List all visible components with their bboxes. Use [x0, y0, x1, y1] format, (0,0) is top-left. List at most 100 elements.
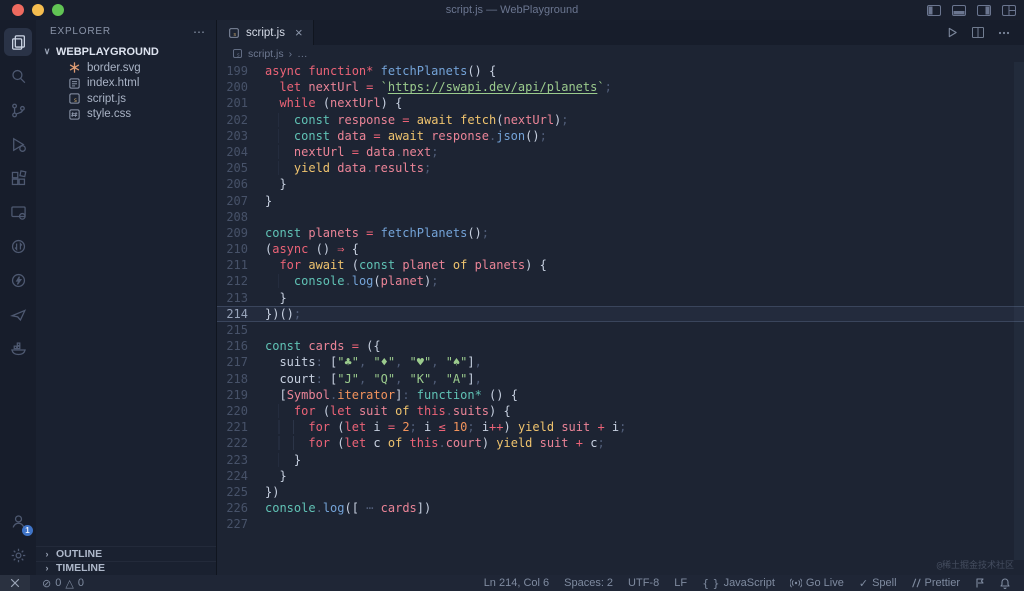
warning-icon: △ [65, 576, 74, 590]
line-number: 216 [226, 339, 248, 354]
language-mode[interactable]: { } JavaScript [698, 577, 779, 590]
explorer-header: EXPLORER [50, 26, 111, 37]
code-line[interactable]: 211 for await (const planet of planets) … [217, 257, 1024, 273]
source-control-icon[interactable] [4, 96, 32, 124]
code-line[interactable]: 226 console.log([ ⋯ cards]) [217, 500, 1024, 516]
code-line[interactable]: 205 yield data.results; [217, 160, 1024, 176]
explorer-more-actions-icon[interactable]: ⋯ [193, 25, 206, 39]
file-style-css[interactable]: style.css [36, 107, 216, 123]
tab-script-js[interactable]: s script.js × [217, 20, 314, 45]
indentation[interactable]: Spaces: 2 [560, 577, 617, 589]
live-preview-icon[interactable] [4, 198, 32, 226]
warning-count: 0 [77, 577, 84, 589]
code-line[interactable]: 201 while (nextUrl) { [217, 95, 1024, 111]
toggle-primary-sidebar-icon[interactable] [927, 4, 941, 16]
toggle-secondary-sidebar-icon[interactable] [977, 4, 991, 16]
eol-sequence[interactable]: LF [670, 577, 691, 589]
timeline-section[interactable]: › TIMELINE [36, 560, 216, 576]
braces-icon: { } [702, 576, 720, 590]
cursor-position[interactable]: Ln 214, Col 6 [480, 577, 553, 589]
sync-icon[interactable] [4, 232, 32, 260]
problems-indicator[interactable]: ⊘ 0 △ 0 [38, 577, 88, 590]
error-icon: ⊘ [42, 576, 52, 590]
file-script-js[interactable]: s script.js [36, 91, 216, 107]
code-line[interactable]: 212 console.log(planet); [217, 273, 1024, 289]
spell-checker-status[interactable]: ✓ Spell [855, 577, 901, 590]
search-icon[interactable] [4, 62, 32, 90]
js-file-icon: s [229, 27, 239, 38]
code-line[interactable]: 221 for (let i = 2; i ≤ 10; i++) yield s… [217, 419, 1024, 435]
code-line[interactable]: 219 [Symbol.iterator]: function* () { [217, 387, 1024, 403]
outline-section[interactable]: › OUTLINE [36, 546, 216, 561]
code-line[interactable]: 215 [217, 322, 1024, 338]
line-number: 225 [226, 484, 248, 499]
file-index-html[interactable]: index.html [36, 76, 216, 92]
code-line[interactable]: 207} [217, 193, 1024, 209]
more-actions-icon[interactable] [998, 31, 1010, 35]
breadcrumb-more[interactable]: … [297, 48, 308, 60]
zoom-window-button[interactable] [52, 4, 64, 16]
close-window-button[interactable] [12, 4, 24, 16]
code-line[interactable]: 213 } [217, 290, 1024, 306]
code-line[interactable]: 200 let nextUrl = `https://swapi.dev/api… [217, 79, 1024, 95]
file-border-svg[interactable]: border.svg [36, 60, 216, 76]
breadcrumb-file[interactable]: script.js [248, 48, 284, 60]
remote-indicator[interactable] [0, 575, 30, 591]
code-lines: 199 async function* fetchPlanets() {200 l… [217, 63, 1024, 532]
code-line[interactable]: 222 for (let c of this.court) yield suit… [217, 435, 1024, 451]
encoding[interactable]: UTF-8 [624, 577, 663, 589]
line-number: 208 [226, 209, 248, 224]
code-line[interactable]: 225}) [217, 484, 1024, 500]
code-line[interactable]: 208 [217, 209, 1024, 225]
watermark: @稀土掘金技术社区 [936, 561, 1014, 571]
accounts-icon[interactable]: 1 [4, 507, 33, 536]
code-line[interactable]: 209 const planets = fetchPlanets(); [217, 225, 1024, 241]
line-number: 217 [226, 355, 248, 370]
run-and-debug-icon[interactable] [4, 130, 32, 158]
explorer-icon[interactable] [4, 28, 32, 56]
line-number: 207 [226, 193, 248, 208]
docker-icon[interactable] [4, 334, 32, 362]
code-line[interactable]: 220 for (let suit of this.suits) { [217, 403, 1024, 419]
js-file-icon: s [69, 93, 80, 104]
code-line[interactable]: 224 } [217, 468, 1024, 484]
code-line[interactable]: 199 async function* fetchPlanets() { [217, 63, 1024, 79]
code-line[interactable]: 227 [217, 516, 1024, 532]
code-line[interactable]: 206 } [217, 176, 1024, 192]
file-name: border.svg [87, 61, 141, 74]
feedback-icon[interactable] [971, 578, 989, 588]
line-number: 202 [226, 112, 248, 127]
go-live-button[interactable]: Go Live [786, 577, 848, 589]
paper-plane-icon[interactable] [4, 300, 32, 328]
window-title: script.js — WebPlayground [445, 4, 579, 16]
svg-text:s: s [237, 52, 240, 58]
settings-gear-icon[interactable] [4, 541, 32, 569]
code-line[interactable]: 202 const response = await fetch(nextUrl… [217, 112, 1024, 128]
code-line[interactable]: 217 suits: ["♣", "♦", "♥", "♠"], [217, 354, 1024, 370]
tab-bar: s script.js × [217, 20, 1024, 45]
code-line[interactable]: 216 const cards = ({ [217, 338, 1024, 354]
extensions-icon[interactable] [4, 164, 32, 192]
prettier-status[interactable]: Prettier [908, 577, 964, 589]
customize-layout-icon[interactable] [1002, 4, 1016, 16]
js-file-icon: s [233, 49, 242, 58]
close-tab-icon[interactable]: × [295, 25, 303, 40]
code-line[interactable]: 214})(); [217, 305, 1024, 322]
title-bar: script.js — WebPlayground [0, 0, 1024, 20]
code-line[interactable]: 218 court: ["J", "Q", "K", "A"], [217, 371, 1024, 387]
code-line[interactable]: 204 nextUrl = data.next; [217, 144, 1024, 160]
folder-webplayground[interactable]: ∨ WEBPLAYGROUND [36, 43, 216, 60]
minimize-window-button[interactable] [32, 4, 44, 16]
split-editor-icon[interactable] [972, 27, 984, 38]
breadcrumb[interactable]: s script.js › … [217, 45, 1024, 62]
code-line[interactable]: 203 const data = await response.json(); [217, 128, 1024, 144]
toggle-panel-icon[interactable] [952, 4, 966, 16]
line-number: 220 [226, 403, 248, 418]
thunder-client-icon[interactable] [4, 266, 32, 294]
notifications-bell-icon[interactable] [996, 577, 1014, 589]
code-line[interactable]: 223 } [217, 452, 1024, 468]
editor-scrollbar[interactable] [1014, 62, 1024, 560]
code-line[interactable]: 210 (async () ⇒ { [217, 241, 1024, 257]
code-editor[interactable]: 199 async function* fetchPlanets() {200 l… [217, 62, 1024, 575]
run-file-icon[interactable] [947, 27, 958, 38]
